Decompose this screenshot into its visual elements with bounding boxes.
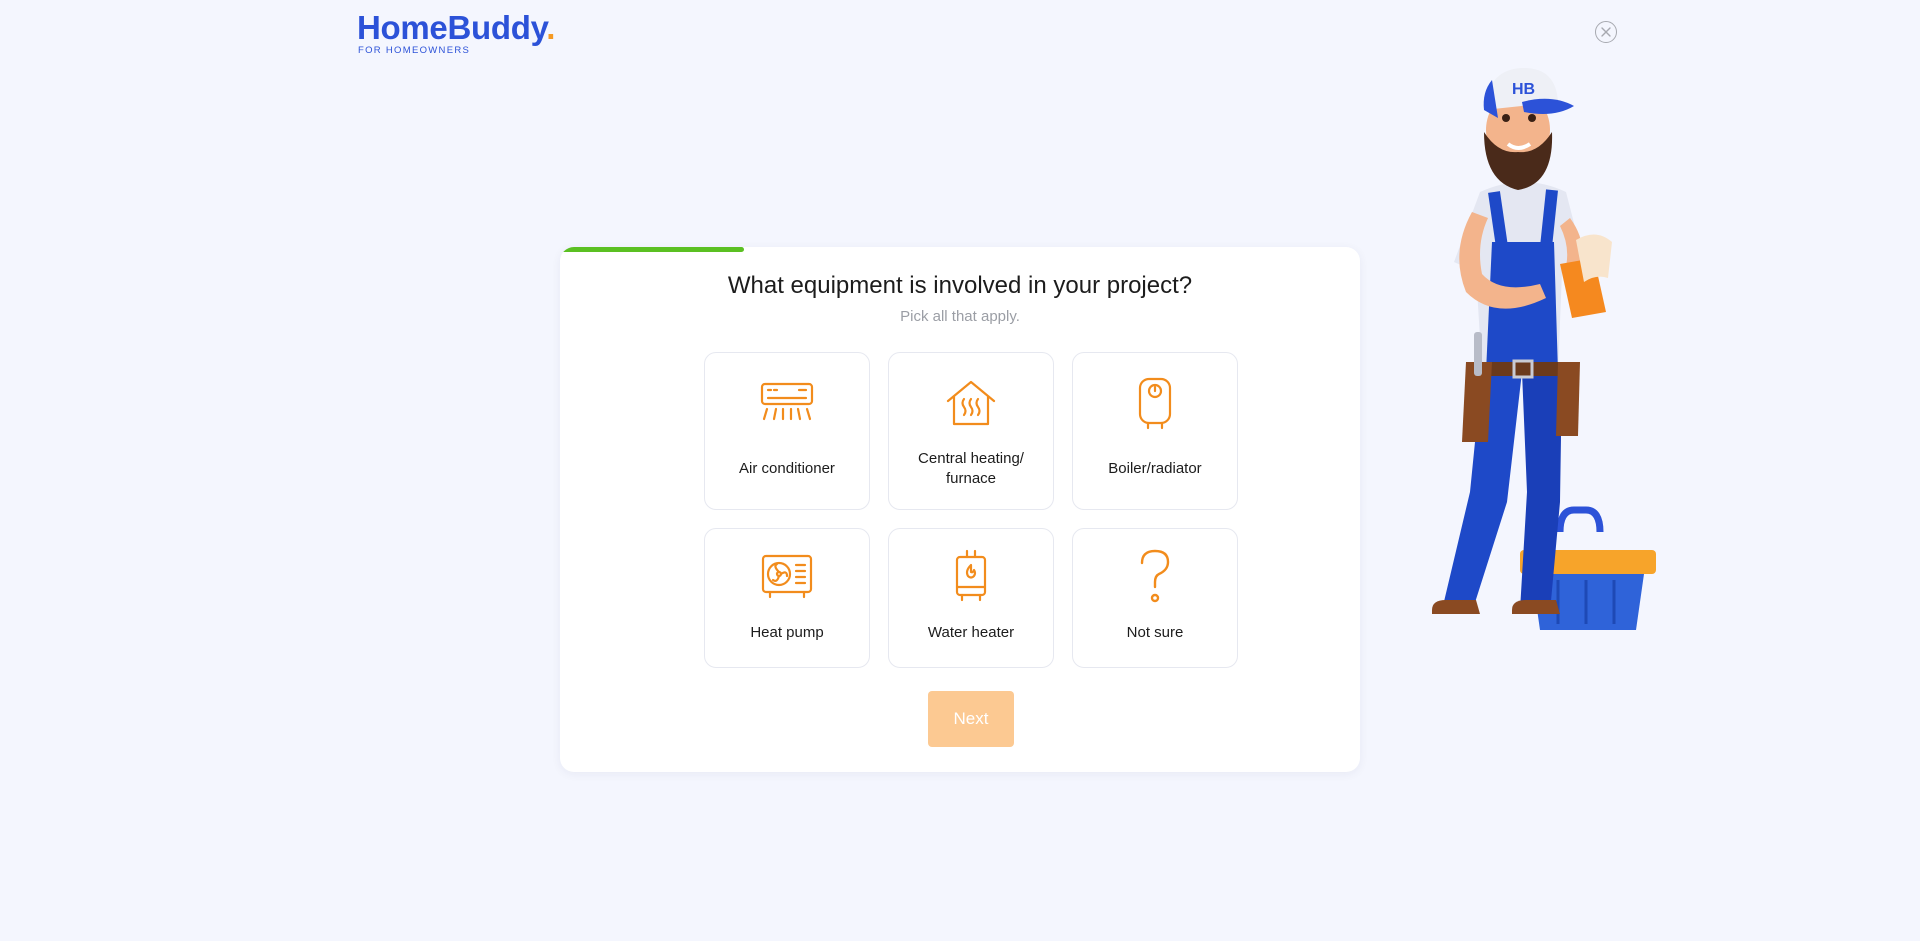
question-card: What equipment is involved in your proje…	[560, 247, 1360, 772]
progress-bar	[560, 247, 1360, 252]
house-heat-icon	[946, 380, 996, 426]
option-boiler-radiator[interactable]: Boiler/radiator	[1072, 352, 1238, 510]
option-label-wrap: Air conditioner	[705, 447, 869, 491]
option-air-conditioner[interactable]: Air conditioner	[704, 352, 870, 510]
option-icon-wrap	[1137, 549, 1173, 603]
question-hint: Pick all that apply.	[900, 308, 1020, 325]
option-label: Water heater	[927, 624, 1015, 641]
next-button[interactable]: Next	[928, 691, 1014, 747]
question-title: What equipment is involved in your proje…	[727, 272, 1193, 299]
option-label-wrap: Not sure	[1073, 623, 1237, 643]
option-icon-wrap	[759, 378, 815, 428]
brand-name: HomeBuddy	[357, 9, 547, 46]
option-icon-wrap	[953, 549, 989, 602]
question-mark-icon	[1140, 549, 1170, 603]
handyman-mascot-illustration: HB	[1432, 68, 1656, 630]
option-label-wrap: Central heating/ furnace	[889, 447, 1053, 491]
option-label: Central heating/ furnace	[918, 450, 1024, 487]
air-conditioner-icon	[760, 382, 814, 421]
option-icon-wrap	[1137, 377, 1173, 430]
water-heater-icon	[955, 549, 987, 602]
option-label-wrap: Heat pump	[705, 623, 869, 643]
option-heat-pump[interactable]: Heat pump	[704, 528, 870, 668]
options-grid: Air conditioner Central heating/ furnace	[704, 352, 1238, 668]
option-label: Heat pump	[750, 624, 824, 641]
brand-name-row: HomeBuddy.	[357, 8, 555, 48]
option-central-heating[interactable]: Central heating/ furnace	[888, 352, 1054, 510]
option-label-wrap: Water heater	[889, 623, 1053, 643]
boiler-icon	[1138, 377, 1172, 430]
option-label: Boiler/radiator	[1108, 460, 1202, 477]
option-water-heater[interactable]: Water heater	[888, 528, 1054, 668]
progress-fill	[560, 247, 744, 252]
option-label: Air conditioner	[739, 460, 835, 477]
option-label: Not sure	[1126, 624, 1184, 641]
brand-dot: .	[546, 9, 556, 46]
option-icon-wrap	[945, 378, 997, 428]
brand-logo[interactable]: HomeBuddy. FOR HOMEOWNERS	[357, 8, 555, 56]
option-not-sure[interactable]: Not sure	[1072, 528, 1238, 668]
option-icon-wrap	[760, 551, 814, 601]
cap-text: HB	[1512, 81, 1535, 98]
option-label-wrap: Boiler/radiator	[1073, 447, 1237, 491]
heat-pump-icon	[761, 554, 813, 599]
